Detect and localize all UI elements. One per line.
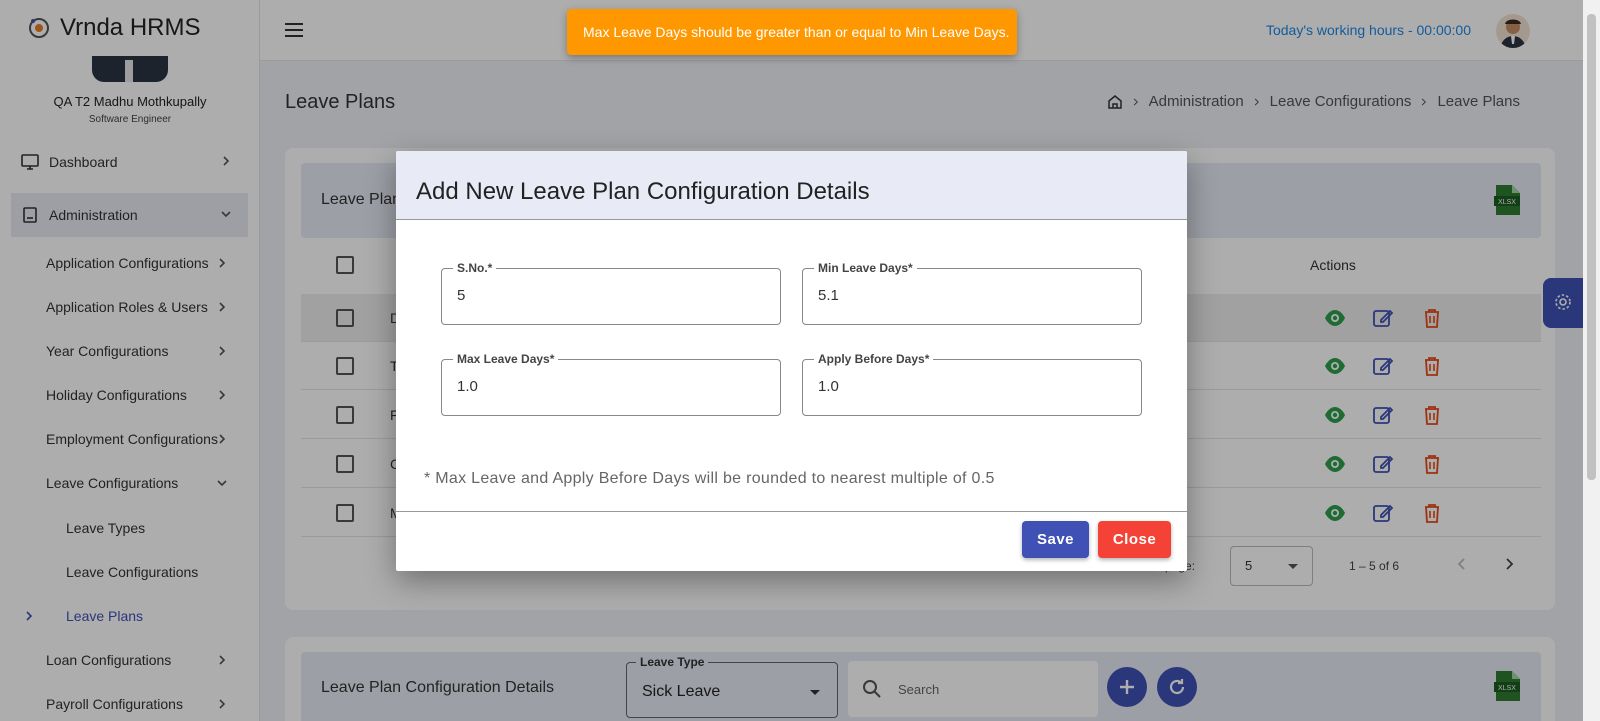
min-leave-days-field[interactable]: Min Leave Days* [802, 261, 1142, 325]
sno-field[interactable]: S.No.* [441, 261, 781, 325]
dialog-footer-divider [396, 511, 1187, 512]
dialog-title: Add New Leave Plan Configuration Details [416, 178, 870, 205]
warning-toast: Max Leave Days should be greater than or… [567, 9, 1017, 55]
scrollbar-thumb[interactable] [1587, 14, 1596, 480]
max-leave-days-label: Max Leave Days* [453, 352, 559, 366]
save-button[interactable]: Save [1022, 521, 1089, 558]
min-leave-days-input[interactable] [818, 287, 1128, 304]
dialog-header: Add New Leave Plan Configuration Details [396, 151, 1187, 220]
apply-before-days-label: Apply Before Days* [814, 352, 934, 366]
sno-label: S.No.* [453, 261, 497, 275]
rounding-note: * Max Leave and Apply Before Days will b… [424, 470, 995, 487]
close-button[interactable]: Close [1098, 521, 1171, 558]
min-leave-days-label: Min Leave Days* [814, 261, 917, 275]
max-leave-days-field[interactable]: Max Leave Days* [441, 352, 781, 416]
sno-input[interactable] [457, 287, 767, 304]
apply-before-days-field[interactable]: Apply Before Days* [802, 352, 1142, 416]
page-scrollbar[interactable] [1583, 0, 1600, 721]
max-leave-days-input[interactable] [457, 378, 767, 395]
add-leave-plan-config-dialog: Add New Leave Plan Configuration Details… [396, 151, 1187, 571]
apply-before-days-input[interactable] [818, 378, 1128, 395]
